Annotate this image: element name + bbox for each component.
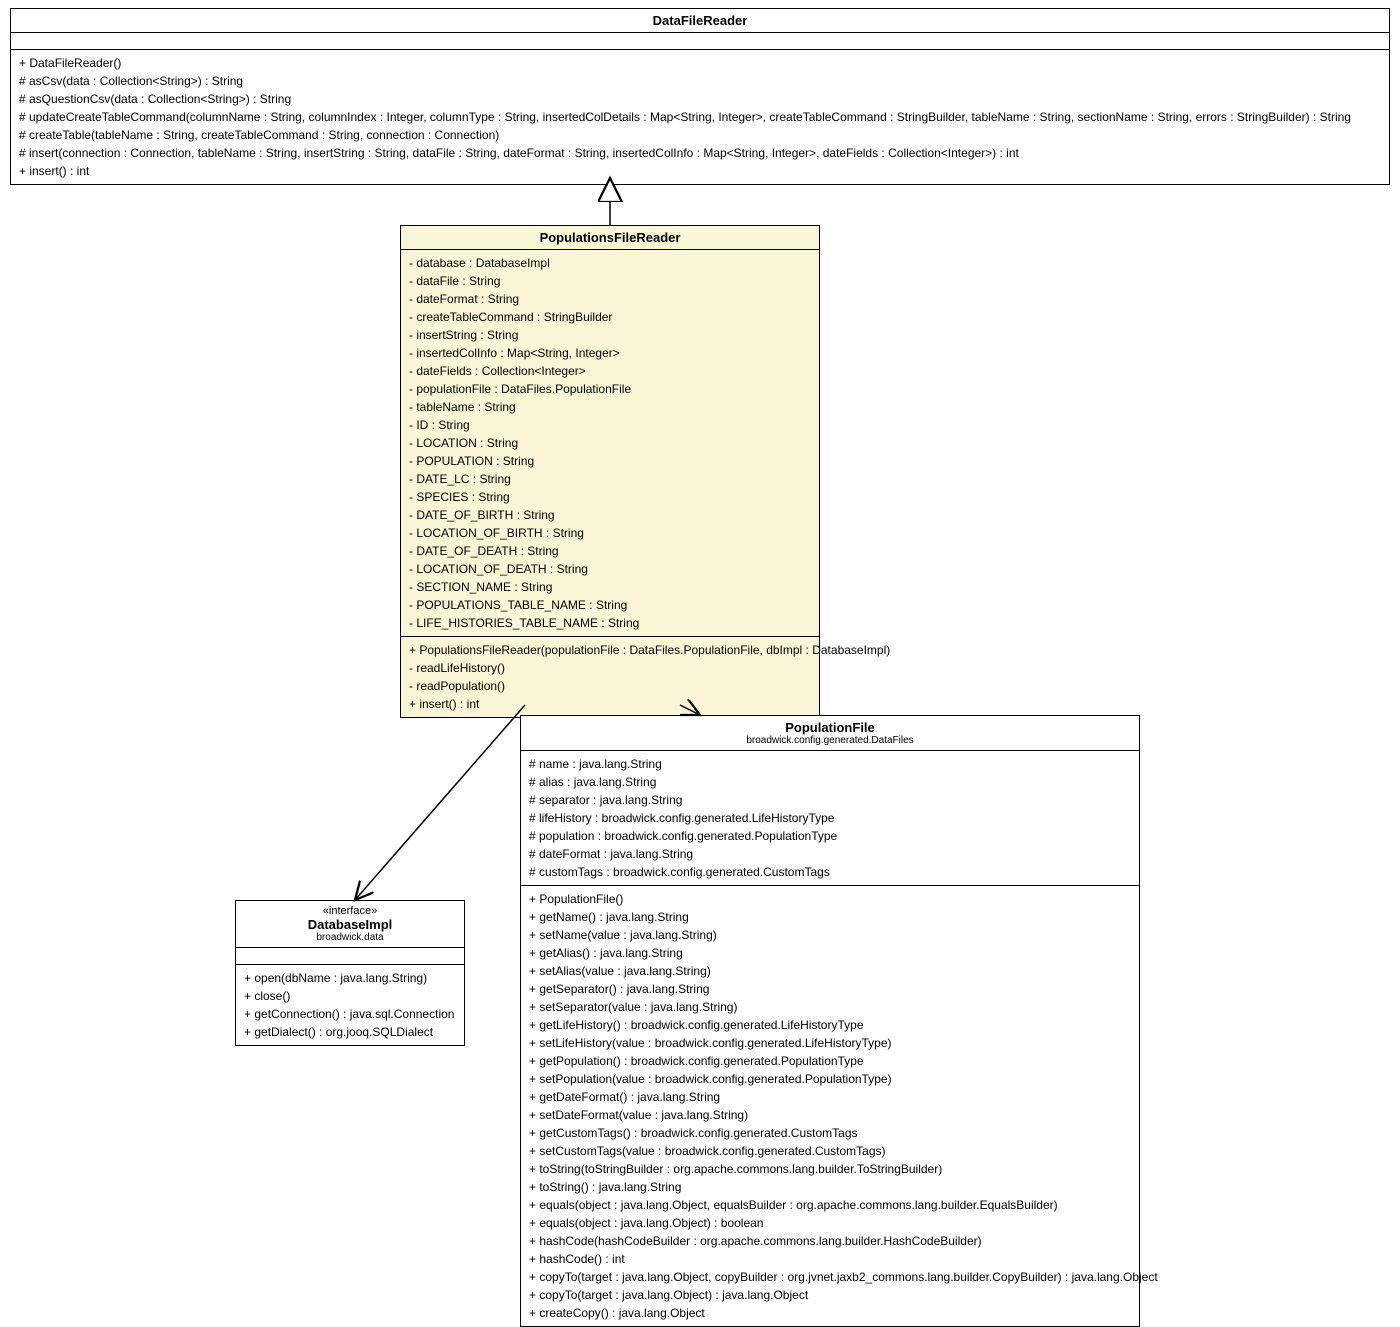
attributes-section: # name : java.lang.String# alias : java.…: [521, 751, 1139, 886]
class-header: PopulationFile broadwick.config.generate…: [521, 716, 1139, 751]
class-title: DataFileReader: [11, 9, 1389, 33]
member: # insert(connection : Connection, tableN…: [19, 144, 1381, 162]
member: + createCopy() : java.lang.Object: [529, 1304, 1131, 1322]
member: + setName(value : java.lang.String): [529, 926, 1131, 944]
operations-section: + PopulationFile()+ getName() : java.lan…: [521, 886, 1139, 1326]
member: + setLifeHistory(value : broadwick.confi…: [529, 1034, 1131, 1052]
member: - tableName : String: [409, 398, 811, 416]
operations-section: + open(dbName : java.lang.String)+ close…: [236, 965, 464, 1045]
member: - insertString : String: [409, 326, 811, 344]
member: + getName() : java.lang.String: [529, 908, 1131, 926]
member: - DATE_LC : String: [409, 470, 811, 488]
member: # asQuestionCsv(data : Collection<String…: [19, 90, 1381, 108]
member: # customTags : broadwick.config.generate…: [529, 863, 1131, 881]
member: + getDateFormat() : java.lang.String: [529, 1088, 1131, 1106]
member: + DataFileReader(): [19, 54, 1381, 72]
class-databaseimpl: «interface» DatabaseImpl broadwick.data …: [235, 900, 465, 1046]
member: + close(): [244, 987, 456, 1005]
member: + setDateFormat(value : java.lang.String…: [529, 1106, 1131, 1124]
member: + toString() : java.lang.String: [529, 1178, 1131, 1196]
member: - LIFE_HISTORIES_TABLE_NAME : String: [409, 614, 811, 632]
member: # updateCreateTableCommand(columnName : …: [19, 108, 1381, 126]
member: # separator : java.lang.String: [529, 791, 1131, 809]
member: + setCustomTags(value : broadwick.config…: [529, 1142, 1131, 1160]
member: - populationFile : DataFiles.PopulationF…: [409, 380, 811, 398]
member: + hashCode(hashCodeBuilder : org.apache.…: [529, 1232, 1131, 1250]
operations-section: + DataFileReader()# asCsv(data : Collect…: [11, 50, 1389, 184]
member: # population : broadwick.config.generate…: [529, 827, 1131, 845]
member: - dataFile : String: [409, 272, 811, 290]
member: # asCsv(data : Collection<String>) : Str…: [19, 72, 1381, 90]
member: + setSeparator(value : java.lang.String): [529, 998, 1131, 1016]
package: broadwick.config.generated.DataFiles: [521, 735, 1139, 750]
member: + getAlias() : java.lang.String: [529, 944, 1131, 962]
member: - database : DatabaseImpl: [409, 254, 811, 272]
member: - readLifeHistory(): [409, 659, 811, 677]
class-title: PopulationsFileReader: [401, 226, 819, 250]
class-populationfile: PopulationFile broadwick.config.generate…: [520, 715, 1140, 1327]
stereotype: «interface»: [236, 901, 464, 917]
member: + hashCode() : int: [529, 1250, 1131, 1268]
member: - SPECIES : String: [409, 488, 811, 506]
attributes-section: [236, 948, 464, 965]
member: + copyTo(target : java.lang.Object) : ja…: [529, 1286, 1131, 1304]
member: + setPopulation(value : broadwick.config…: [529, 1070, 1131, 1088]
member: - readPopulation(): [409, 677, 811, 695]
member: # createTable(tableName : String, create…: [19, 126, 1381, 144]
member: + equals(object : java.lang.Object) : bo…: [529, 1214, 1131, 1232]
member: # dateFormat : java.lang.String: [529, 845, 1131, 863]
member: - LOCATION_OF_DEATH : String: [409, 560, 811, 578]
member: # name : java.lang.String: [529, 755, 1131, 773]
class-populationsfilereader: PopulationsFileReader - database : Datab…: [400, 225, 820, 718]
class-datafilereader: DataFileReader + DataFileReader()# asCsv…: [10, 8, 1390, 185]
member: # alias : java.lang.String: [529, 773, 1131, 791]
member: + toString(toStringBuilder : org.apache.…: [529, 1160, 1131, 1178]
member: + getConnection() : java.sql.Connection: [244, 1005, 456, 1023]
member: + insert() : int: [19, 162, 1381, 180]
class-header: «interface» DatabaseImpl broadwick.data: [236, 901, 464, 948]
member: - ID : String: [409, 416, 811, 434]
member: + copyTo(target : java.lang.Object, copy…: [529, 1268, 1131, 1286]
member: - createTableCommand : StringBuilder: [409, 308, 811, 326]
class-title: PopulationFile: [521, 716, 1139, 735]
attributes-section: [11, 33, 1389, 50]
member: - POPULATIONS_TABLE_NAME : String: [409, 596, 811, 614]
member: - POPULATION : String: [409, 452, 811, 470]
member: + insert() : int: [409, 695, 811, 713]
member: - LOCATION : String: [409, 434, 811, 452]
member: + PopulationFile(): [529, 890, 1131, 908]
member: - dateFormat : String: [409, 290, 811, 308]
member: + getLifeHistory() : broadwick.config.ge…: [529, 1016, 1131, 1034]
member: + getPopulation() : broadwick.config.gen…: [529, 1052, 1131, 1070]
member: # lifeHistory : broadwick.config.generat…: [529, 809, 1131, 827]
member: + getSeparator() : java.lang.String: [529, 980, 1131, 998]
member: - SECTION_NAME : String: [409, 578, 811, 596]
member: + open(dbName : java.lang.String): [244, 969, 456, 987]
member: + PopulationsFileReader(populationFile :…: [409, 641, 811, 659]
package: broadwick.data: [236, 932, 464, 948]
association-arrow: [355, 705, 525, 900]
class-title: DatabaseImpl: [236, 917, 464, 932]
attributes-section: - database : DatabaseImpl- dataFile : St…: [401, 250, 819, 637]
member: - DATE_OF_BIRTH : String: [409, 506, 811, 524]
member: + getCustomTags() : broadwick.config.gen…: [529, 1124, 1131, 1142]
member: + getDialect() : org.jooq.SQLDialect: [244, 1023, 456, 1041]
member: + equals(object : java.lang.Object, equa…: [529, 1196, 1131, 1214]
member: - DATE_OF_DEATH : String: [409, 542, 811, 560]
member: - dateFields : Collection<Integer>: [409, 362, 811, 380]
member: + setAlias(value : java.lang.String): [529, 962, 1131, 980]
operations-section: + PopulationsFileReader(populationFile :…: [401, 637, 819, 717]
member: - LOCATION_OF_BIRTH : String: [409, 524, 811, 542]
member: - insertedColInfo : Map<String, Integer>: [409, 344, 811, 362]
